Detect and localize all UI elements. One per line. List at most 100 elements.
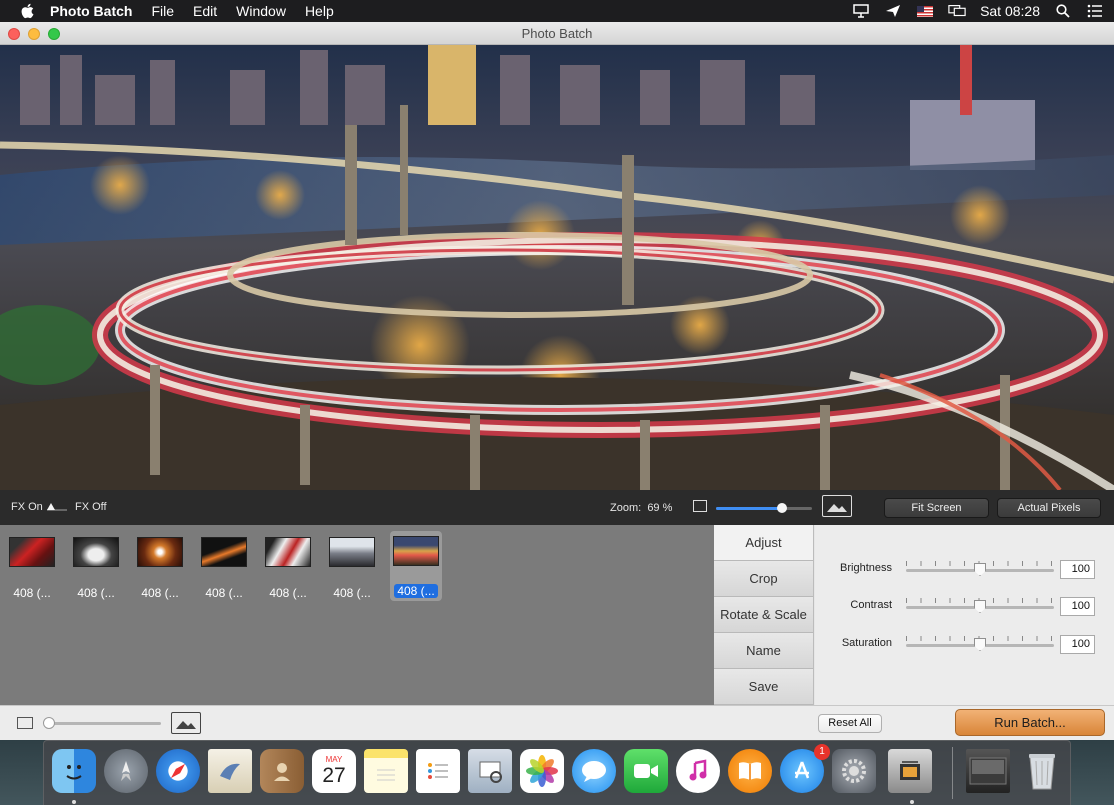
thumbnail-image bbox=[9, 537, 55, 567]
zoom-in-image-icon[interactable] bbox=[822, 495, 852, 517]
tab-rotate-scale[interactable]: Rotate & Scale bbox=[714, 597, 813, 633]
settings-panel: Adjust Crop Rotate & Scale Name Save Bri… bbox=[714, 525, 1114, 705]
zoom-readout: Zoom: 69 % bbox=[610, 502, 672, 514]
finder-running-indicator bbox=[72, 800, 76, 804]
send-icon[interactable] bbox=[884, 4, 902, 18]
tab-save[interactable]: Save bbox=[714, 669, 813, 705]
thumbnail-image bbox=[265, 537, 311, 567]
trash-icon[interactable] bbox=[1020, 749, 1064, 793]
thumbnail-image bbox=[393, 536, 439, 566]
photo-batch-app-icon[interactable] bbox=[888, 749, 932, 793]
zoom-label: Zoom: bbox=[610, 502, 642, 514]
tab-name[interactable]: Name bbox=[714, 633, 813, 669]
notification-center-icon[interactable] bbox=[1086, 4, 1104, 18]
reset-all-button[interactable]: Reset All bbox=[818, 714, 882, 733]
mail-stamp-icon[interactable] bbox=[208, 749, 252, 793]
thumbnail-label: 408 (... bbox=[333, 586, 371, 600]
preview-control-bar: FX On FX Off Zoom: 69 % Fit Screen Actua… bbox=[0, 490, 1114, 525]
zoom-slider-knob[interactable] bbox=[777, 503, 788, 513]
thumbnail-size-slider[interactable] bbox=[47, 722, 161, 725]
close-window-button[interactable] bbox=[8, 28, 20, 40]
calendar-icon[interactable]: MAY 27 bbox=[312, 749, 356, 793]
fit-screen-button[interactable]: Fit Screen bbox=[884, 498, 989, 518]
minimize-window-button[interactable] bbox=[28, 28, 40, 40]
photo-batch-running-indicator bbox=[910, 800, 914, 804]
thumbnail-item[interactable]: 408 (... bbox=[326, 532, 378, 600]
thumbnail-item[interactable]: 408 (... bbox=[198, 532, 250, 600]
contacts-icon[interactable] bbox=[260, 749, 304, 793]
recent-window-thumbnail-icon[interactable] bbox=[966, 749, 1010, 793]
photo-preview[interactable] bbox=[0, 45, 1114, 490]
thumbnail-label: 408 (... bbox=[394, 584, 438, 598]
thumbnail-item[interactable]: 408 (... bbox=[6, 532, 58, 600]
itunes-icon[interactable] bbox=[676, 749, 720, 793]
thumbnail-item[interactable]: 408 (... bbox=[70, 532, 122, 600]
thumbnail-size-bar bbox=[0, 705, 714, 740]
launchpad-icon[interactable] bbox=[104, 749, 148, 793]
thumbnail-label: 408 (... bbox=[141, 586, 179, 600]
actual-pixels-button[interactable]: Actual Pixels bbox=[997, 498, 1101, 518]
photos-icon[interactable] bbox=[520, 749, 564, 793]
fx-off-label[interactable]: FX Off bbox=[75, 501, 107, 513]
settings-tabs: Adjust Crop Rotate & Scale Name Save bbox=[714, 525, 814, 705]
thumbnail-label: 408 (... bbox=[77, 586, 115, 600]
menu-window[interactable]: Window bbox=[236, 3, 286, 19]
app-store-badge: 1 bbox=[814, 744, 830, 760]
thumbnail-size-slider-knob[interactable] bbox=[43, 717, 55, 729]
menu-app-name[interactable]: Photo Batch bbox=[50, 3, 132, 19]
window-title: Photo Batch bbox=[521, 26, 593, 41]
tab-adjust[interactable]: Adjust bbox=[714, 525, 813, 561]
menu-file[interactable]: File bbox=[151, 3, 174, 19]
zoom-out-image-icon[interactable] bbox=[693, 500, 707, 512]
contrast-slider-knob[interactable] bbox=[974, 600, 986, 613]
thumbnail-small-image-icon[interactable] bbox=[17, 717, 33, 729]
app-store-icon[interactable]: 1 bbox=[780, 744, 830, 793]
display-mirroring-icon[interactable] bbox=[948, 4, 966, 18]
apple-icon[interactable] bbox=[20, 3, 36, 19]
brightness-label: Brightness bbox=[840, 562, 892, 574]
saturation-slider-knob[interactable] bbox=[974, 638, 986, 651]
screen-share-icon[interactable] bbox=[852, 4, 870, 18]
thumbnail-item[interactable]: 408 (... bbox=[134, 532, 186, 600]
run-batch-button[interactable]: Run Batch... bbox=[955, 709, 1105, 736]
fx-toggle-switch[interactable] bbox=[46, 501, 68, 513]
zoom-slider-fill bbox=[716, 507, 783, 510]
thumbnail-large-image-icon[interactable] bbox=[171, 712, 201, 734]
menu-help[interactable]: Help bbox=[305, 3, 334, 19]
finder-icon[interactable] bbox=[52, 749, 96, 793]
batch-action-bar: Reset All Run Batch... bbox=[714, 705, 1114, 740]
thumbnail-item-selected[interactable]: 408 (... bbox=[390, 531, 442, 601]
notes-icon[interactable] bbox=[364, 749, 408, 793]
saturation-label: Saturation bbox=[841, 637, 892, 649]
tab-crop[interactable]: Crop bbox=[714, 561, 813, 597]
facetime-icon[interactable] bbox=[624, 749, 668, 793]
brightness-slider-knob[interactable] bbox=[974, 563, 986, 576]
thumbnail-image bbox=[329, 537, 375, 567]
brightness-value-field[interactable]: 100 bbox=[1060, 560, 1095, 579]
saturation-value-field[interactable]: 100 bbox=[1060, 635, 1095, 654]
menu-edit[interactable]: Edit bbox=[193, 3, 217, 19]
contrast-label: Contrast bbox=[850, 599, 892, 611]
thumbnail-browser: 408 (... 408 (... 408 (... 408 (... 408 … bbox=[0, 525, 714, 705]
zoom-value: 69 % bbox=[647, 502, 673, 514]
safari-icon[interactable] bbox=[156, 749, 200, 793]
messages-icon[interactable] bbox=[572, 749, 616, 793]
photo-batch-window: Photo Batch FX On FX Off Zoom: 69 % Fit … bbox=[0, 22, 1114, 740]
contrast-value-field[interactable]: 100 bbox=[1060, 597, 1095, 616]
title-bar[interactable]: Photo Batch bbox=[0, 22, 1114, 45]
ibooks-icon[interactable] bbox=[728, 749, 772, 793]
input-source-flag-icon[interactable] bbox=[916, 4, 934, 18]
fx-on-label[interactable]: FX On bbox=[11, 501, 43, 513]
preview-app-icon[interactable] bbox=[468, 749, 512, 793]
zoom-slider[interactable] bbox=[716, 503, 812, 513]
thumbnail-label: 408 (... bbox=[205, 586, 243, 600]
menubar-clock[interactable]: Sat 08:28 bbox=[980, 3, 1040, 19]
system-preferences-gear-icon[interactable] bbox=[832, 749, 876, 793]
calendar-month: MAY bbox=[325, 754, 343, 764]
thumbnail-item[interactable]: 408 (... bbox=[262, 532, 314, 600]
reminders-icon[interactable] bbox=[416, 749, 460, 793]
calendar-day: 27 bbox=[322, 763, 346, 787]
dock: MAY 27 1 bbox=[43, 740, 1071, 805]
zoom-window-button[interactable] bbox=[48, 28, 60, 40]
spotlight-search-icon[interactable] bbox=[1054, 4, 1072, 18]
